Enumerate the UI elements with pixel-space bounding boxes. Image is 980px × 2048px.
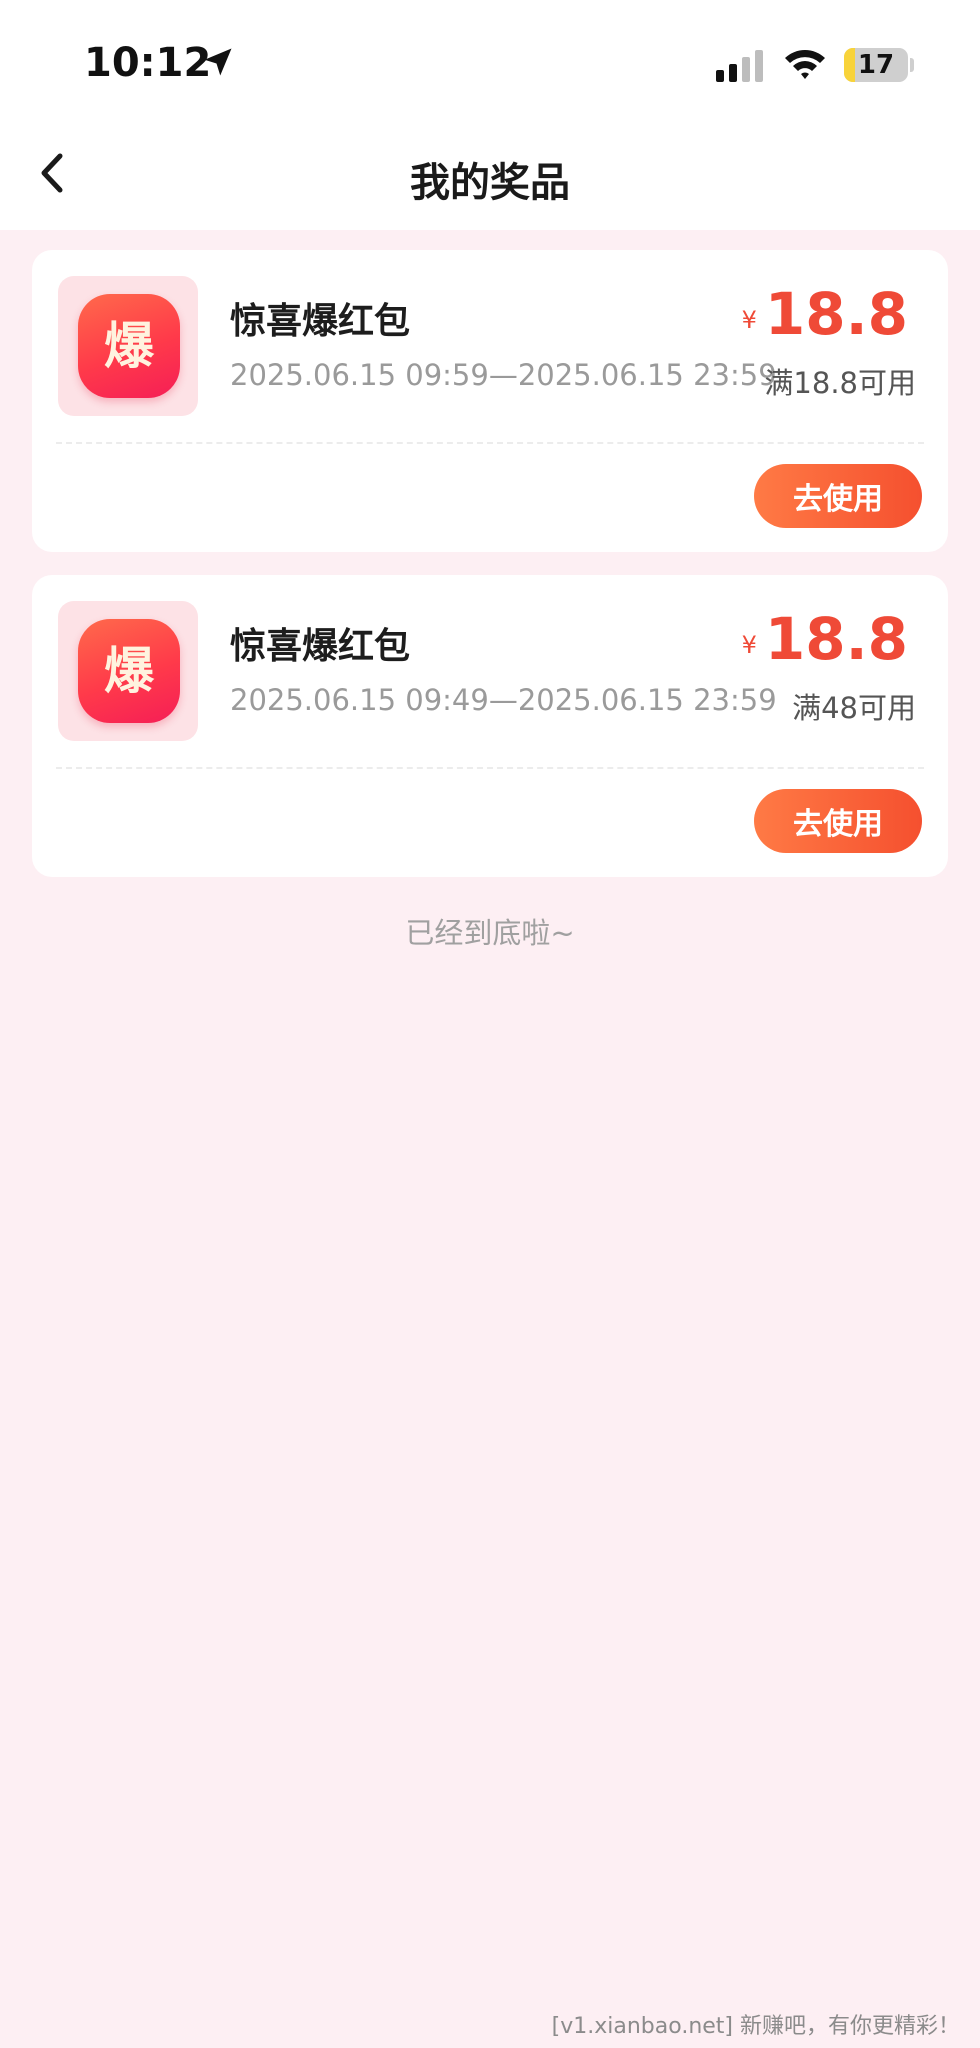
app-icon-glyph: 爆 (104, 641, 154, 700)
app-icon-glyph: 爆 (104, 316, 154, 375)
status-time: 10:12 (84, 40, 212, 86)
prize-card: 爆 惊喜爆红包 2025.06.15 09:59—2025.06.15 23:5… (32, 250, 948, 552)
status-bar: 10:12 17 (0, 0, 980, 130)
cellular-signal-icon (716, 50, 763, 82)
dashed-divider (56, 442, 924, 444)
battery-tip (910, 58, 914, 72)
page-title: 我的奖品 (410, 160, 570, 206)
prize-amount: ¥18.8 (742, 605, 908, 673)
watermark: [v1.xianbao.net] 新赚吧，有你更精彩！ (551, 2014, 960, 2039)
use-button[interactable]: 去使用 (754, 464, 922, 528)
prize-period: 2025.06.15 09:49—2025.06.15 23:59 (230, 683, 777, 717)
explosion-app-icon: 爆 (78, 294, 180, 398)
prize-amount: ¥18.8 (742, 280, 908, 348)
end-of-list-text: 已经到底啦~ (405, 916, 575, 950)
wifi-icon (785, 50, 825, 79)
battery-level: 17 (857, 50, 895, 80)
explosion-app-icon: 爆 (78, 619, 180, 723)
battery-icon: 17 (844, 48, 908, 82)
amount-value: 18.8 (764, 280, 908, 348)
nav-bar: 我的奖品 (0, 130, 980, 230)
prizes-page: 10:12 17 我的奖品 爆 惊喜爆红包 2025.06.15 09:59—2… (0, 0, 980, 2048)
usage-condition: 满48可用 (792, 691, 916, 725)
currency-symbol: ¥ (741, 631, 757, 659)
amount-value: 18.8 (764, 605, 908, 673)
prize-card: 爆 惊喜爆红包 2025.06.15 09:49—2025.06.15 23:5… (32, 575, 948, 877)
usage-condition: 满18.8可用 (764, 366, 916, 400)
location-arrow-icon (204, 48, 232, 76)
prize-name: 惊喜爆红包 (230, 301, 411, 342)
prize-period: 2025.06.15 09:59—2025.06.15 23:59 (230, 358, 777, 392)
prize-icon-tile: 爆 (58, 601, 198, 741)
prize-name: 惊喜爆红包 (230, 626, 411, 667)
dashed-divider (56, 767, 924, 769)
prize-icon-tile: 爆 (58, 276, 198, 416)
use-button[interactable]: 去使用 (754, 789, 922, 853)
currency-symbol: ¥ (741, 306, 757, 334)
